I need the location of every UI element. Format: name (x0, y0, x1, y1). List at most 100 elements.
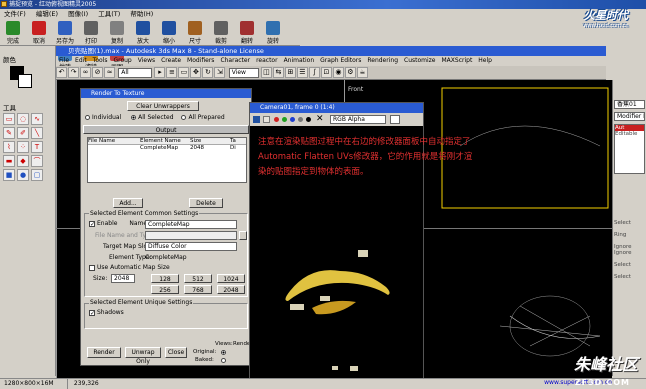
max-menu-customize[interactable]: Customize (401, 56, 439, 66)
enable-checkbox[interactable]: ✓ (89, 220, 95, 227)
toolbar-button-5[interactable]: 放大 (130, 19, 156, 45)
add-button[interactable]: Add... (113, 198, 143, 208)
object-name-field[interactable]: 香蕉01 (614, 100, 645, 109)
background-color[interactable] (18, 74, 32, 88)
render-button[interactable]: Render (87, 347, 121, 358)
clear-icon[interactable]: ✕ (316, 114, 324, 124)
rect-tool-icon[interactable]: ■ (3, 169, 15, 181)
menu-image[interactable]: 图像(I) (64, 9, 92, 19)
ellipse-tool-icon[interactable]: ● (17, 169, 29, 181)
radio-all-selected[interactable] (131, 115, 137, 120)
toolbar-button-1[interactable]: 取消 (26, 19, 52, 45)
radio-all-prepared[interactable] (181, 115, 187, 120)
shadows-checkbox[interactable]: ✓ (89, 309, 95, 316)
unlink-icon[interactable]: ⊘ (92, 67, 103, 78)
mode-individual[interactable]: Individual (85, 114, 121, 121)
ref-coord-system[interactable]: View (228, 68, 259, 78)
curve-editor-icon[interactable]: ∫ (308, 67, 320, 78)
max-menu-reactor[interactable]: reactor (253, 56, 281, 66)
quick-render-icon[interactable]: ☕ (356, 67, 368, 78)
menu-tools[interactable]: 工具(T) (94, 9, 124, 19)
original-radio[interactable] (221, 350, 226, 355)
clone-window-icon[interactable] (263, 116, 270, 123)
modifier-editable[interactable]: Editable (615, 131, 644, 137)
element-name-field[interactable]: CompleteMap (145, 220, 237, 229)
curve-tool-icon[interactable]: ⌒ (31, 155, 43, 167)
toolbar-button-2[interactable]: 另存为 (52, 19, 78, 45)
green-channel-icon[interactable] (282, 117, 287, 122)
max-menu-rendering[interactable]: Rendering (364, 56, 401, 66)
menu-help[interactable]: 帮助(H) (126, 9, 157, 19)
max-menu-group[interactable]: Group (110, 56, 134, 66)
fill-tool-icon[interactable]: ◆ (17, 155, 29, 167)
mirror-icon[interactable]: ⇆ (272, 67, 284, 78)
move-icon[interactable]: ✥ (190, 67, 202, 78)
brush-tool-icon[interactable]: ✐ (17, 127, 29, 139)
mode-all-prepared[interactable]: All Prepared (181, 114, 225, 121)
region-icon[interactable]: ▭ (178, 67, 190, 78)
eraser-tool-icon[interactable]: ▬ (3, 155, 15, 167)
menu-edit[interactable]: 编辑(E) (32, 9, 62, 19)
toolbar-button-8[interactable]: 裁剪 (208, 19, 234, 45)
clear-unwrappers-button[interactable]: Clear Unwrappers (127, 101, 199, 111)
size-256-button[interactable]: 256 (151, 285, 179, 294)
roundrect-tool-icon[interactable]: ▢ (31, 169, 43, 181)
select-tool-icon[interactable]: ◌ (17, 113, 29, 125)
max-menu-help[interactable]: Help (475, 56, 495, 66)
text-tool-icon[interactable]: T (31, 141, 43, 153)
output-rollout-header[interactable]: Output (83, 125, 249, 134)
alpha-channel-icon[interactable] (298, 117, 303, 122)
toolbar-button-10[interactable]: 旋转 (260, 19, 286, 45)
align-icon[interactable]: ⊞ (284, 67, 296, 78)
max-menu-create[interactable]: Create (158, 56, 184, 66)
size-128-button[interactable]: 128 (151, 274, 179, 283)
pencil-tool-icon[interactable]: ✎ (3, 127, 15, 139)
toolbar-button-9[interactable]: 翻转 (234, 19, 260, 45)
modifier-list[interactable]: Modifier List (614, 112, 645, 121)
mono-icon[interactable] (306, 117, 311, 122)
layer-icon[interactable]: ☰ (296, 67, 308, 78)
max-menu-edit[interactable]: Edit (72, 56, 90, 66)
size-768-button[interactable]: 768 (184, 285, 212, 294)
radio-individual[interactable] (85, 115, 90, 120)
toolbar-button-6[interactable]: 缩小 (156, 19, 182, 45)
close-button[interactable]: Close (165, 347, 187, 358)
select-rect-tool-icon[interactable]: ▭ (3, 113, 15, 125)
line-tool-icon[interactable]: ╲ (31, 127, 43, 139)
max-menu-tools[interactable]: Tools (90, 56, 111, 66)
max-menu-views[interactable]: Views (135, 56, 158, 66)
link-icon[interactable]: ∞ (80, 67, 91, 78)
auto-map-size-checkbox[interactable] (89, 264, 95, 271)
blue-channel-icon[interactable] (290, 117, 295, 122)
size-spinner[interactable]: 2048 (111, 274, 135, 283)
max-menu-file[interactable]: File (56, 56, 72, 66)
max-menu-animation[interactable]: Animation (281, 56, 318, 66)
baked-radio[interactable] (221, 358, 226, 363)
file-name-field[interactable] (145, 231, 237, 240)
max-menu-character[interactable]: Character (217, 56, 253, 66)
max-menu-maxscript[interactable]: MAXScript (439, 56, 476, 66)
delete-button[interactable]: Delete (189, 198, 223, 208)
file-browse-button[interactable] (239, 231, 247, 240)
selection-filter[interactable]: All (118, 68, 153, 78)
modifier-stack[interactable]: Aut Editable (614, 124, 645, 174)
scale-icon[interactable]: ⇲ (214, 67, 226, 78)
undo-icon[interactable]: ↶ (56, 67, 67, 78)
red-channel-icon[interactable] (274, 117, 279, 122)
max-menu-graph-editors[interactable]: Graph Editors (317, 56, 364, 66)
channel-select[interactable]: RGB Alpha (330, 115, 386, 124)
select-by-name-icon[interactable]: ≡ (166, 67, 178, 78)
schematic-icon[interactable]: ⊡ (320, 67, 332, 78)
pivot-icon[interactable]: ◫ (260, 67, 272, 78)
unwrap-only-button[interactable]: Unwrap Only (125, 347, 161, 365)
select-object-icon[interactable]: ▸ (154, 67, 166, 78)
rotate-icon[interactable]: ↻ (202, 67, 214, 78)
front-viewport-label[interactable]: Front (348, 86, 363, 93)
target-map-slot-select[interactable]: Diffuse Color (145, 242, 237, 251)
toolbar-button-4[interactable]: 复制 (104, 19, 130, 45)
toolbar-button-0[interactable]: 完成 (0, 19, 26, 45)
menu-file[interactable]: 文件(F) (0, 9, 30, 19)
mode-all-selected[interactable]: All Selected (131, 114, 174, 121)
save-bitmap-icon[interactable] (253, 116, 260, 123)
material-editor-icon[interactable]: ◉ (332, 67, 344, 78)
